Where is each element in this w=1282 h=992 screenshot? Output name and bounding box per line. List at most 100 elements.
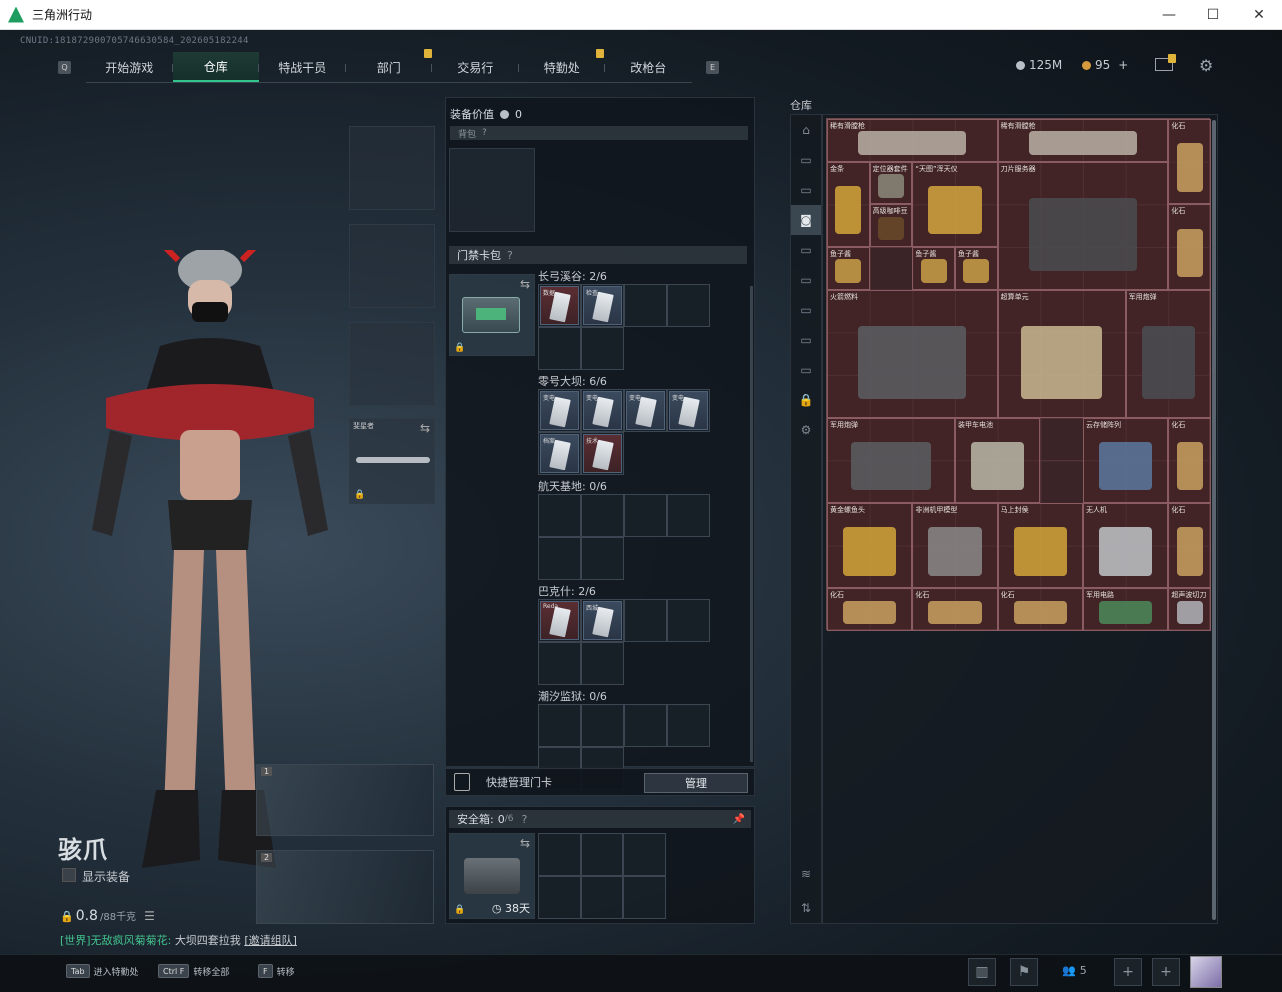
- warehouse-item[interactable]: 超声波切刀: [1168, 588, 1212, 632]
- warehouse-item[interactable]: 化石: [1168, 119, 1212, 205]
- lock-icon[interactable]: 🔒: [791, 385, 821, 415]
- keycard-cell[interactable]: 技术: [581, 432, 624, 475]
- warehouse-tab-icon[interactable]: ▭: [791, 325, 821, 355]
- flag-icon[interactable]: ⚑: [1010, 958, 1038, 986]
- invite-link[interactable]: [邀请组队]: [244, 934, 297, 947]
- keycard-item[interactable]: 变电: [583, 391, 622, 430]
- warehouse-item[interactable]: 军用炮弹: [827, 417, 955, 504]
- keycard-cell[interactable]: 检查: [581, 284, 624, 327]
- warehouse-item[interactable]: 超算单元: [997, 289, 1126, 418]
- stats-icon[interactable]: ▥: [968, 958, 996, 986]
- keycard-cell[interactable]: 西城: [581, 599, 624, 642]
- pistol-slot[interactable]: [349, 322, 435, 406]
- keycard-item[interactable]: 检查: [583, 286, 622, 325]
- tab-1[interactable]: 仓库: [172, 52, 259, 82]
- keycard-item[interactable]: 变电: [540, 391, 579, 430]
- coin-display[interactable]: 95 +: [1082, 58, 1128, 72]
- minimize-button[interactable]: —: [1146, 0, 1192, 30]
- warehouse-item[interactable]: 黄金螺鱼头: [827, 503, 913, 589]
- keycard-cell[interactable]: [667, 284, 710, 327]
- middle-scrollbar[interactable]: [750, 286, 753, 762]
- keycard-item[interactable]: 西城: [583, 601, 622, 640]
- key-hint[interactable]: F 转移: [258, 964, 295, 978]
- keycard-cell[interactable]: [667, 704, 710, 747]
- keycard-cell[interactable]: [538, 704, 581, 747]
- sort-icon[interactable]: ⇅: [791, 893, 821, 923]
- keycard-item[interactable]: 变电: [669, 391, 708, 430]
- keycard-cell[interactable]: 数据: [538, 284, 581, 327]
- warehouse-item[interactable]: 定位器套件: [869, 161, 913, 205]
- invite-slot-button[interactable]: +: [1114, 958, 1142, 986]
- keycard-cell[interactable]: [667, 599, 710, 642]
- warehouse-scrollbar[interactable]: [1212, 120, 1216, 920]
- warehouse-home-icon[interactable]: ⌂: [791, 115, 821, 145]
- warehouse-tab-icon[interactable]: ▭: [791, 235, 821, 265]
- keycard-cell[interactable]: Reda: [538, 599, 581, 642]
- keycard-cell[interactable]: [667, 494, 710, 537]
- warehouse-item[interactable]: 金条: [827, 161, 870, 247]
- warehouse-tab-icon[interactable]: ▭: [791, 265, 821, 295]
- keycard-item[interactable]: 技术: [583, 434, 622, 473]
- tab-0[interactable]: 开始游戏: [86, 52, 173, 82]
- keycard-cell[interactable]: 变电: [624, 389, 667, 432]
- warehouse-item[interactable]: 军用电路: [1083, 588, 1169, 632]
- warehouse-item[interactable]: 鱼子酱: [955, 247, 998, 290]
- warehouse-item[interactable]: 化石: [1168, 417, 1212, 504]
- warehouse-tab-icon[interactable]: ▭: [791, 295, 821, 325]
- keycard-cell[interactable]: [538, 642, 581, 685]
- keycard-cell[interactable]: [581, 537, 624, 580]
- safebox-cell[interactable]: [538, 833, 581, 876]
- warehouse-item[interactable]: 火箭燃料: [827, 289, 998, 418]
- warehouse-item[interactable]: 化石: [1168, 204, 1212, 290]
- keycard-cell[interactable]: [538, 537, 581, 580]
- warehouse-tab-icon[interactable]: ▭: [791, 175, 821, 205]
- warehouse-item[interactable]: 鱼子酱: [912, 247, 955, 290]
- close-button[interactable]: ✕: [1236, 0, 1282, 30]
- list-icon[interactable]: ☰: [144, 909, 155, 923]
- secondary-weapon-slot[interactable]: 2: [256, 850, 434, 924]
- safebox-cell[interactable]: [623, 833, 666, 876]
- swap-icon[interactable]: ⇆: [420, 421, 430, 435]
- key-hint[interactable]: Ctrl F 转移全部: [158, 964, 229, 978]
- warehouse-item[interactable]: “天图”浑天仪: [912, 161, 998, 247]
- layers-icon[interactable]: ≋: [791, 859, 821, 889]
- safebox-cell[interactable]: [580, 833, 624, 876]
- keycard-item[interactable]: 数据: [540, 286, 579, 325]
- keycard-cell[interactable]: [624, 599, 667, 642]
- keycard-cell[interactable]: 变电: [667, 389, 710, 432]
- add-coins-button[interactable]: +: [1118, 58, 1128, 72]
- helmet-slot[interactable]: [349, 126, 435, 210]
- warehouse-item[interactable]: 化石: [997, 588, 1083, 632]
- swap-icon[interactable]: ⇆: [520, 277, 530, 291]
- keycard-cell[interactable]: 档案: [538, 432, 581, 475]
- warehouse-tab-icon[interactable]: ▭: [791, 355, 821, 385]
- nav-next-key[interactable]: E: [706, 61, 719, 74]
- backpack-slot[interactable]: [449, 148, 535, 232]
- warehouse-item[interactable]: 稀有滑膛枪: [997, 119, 1169, 162]
- melee-slot[interactable]: 斐星者 ⇆ 🔒: [349, 418, 435, 504]
- invite-slot-button[interactable]: +: [1152, 958, 1180, 986]
- warehouse-item[interactable]: 化石: [1168, 503, 1212, 589]
- safebox-cell[interactable]: [623, 876, 666, 919]
- pin-icon[interactable]: 📌: [733, 814, 745, 825]
- maximize-button[interactable]: ☐: [1190, 0, 1236, 30]
- tab-2[interactable]: 特战干员: [259, 52, 346, 82]
- keycard-cell[interactable]: 变电: [538, 389, 581, 432]
- keycard-cell[interactable]: [538, 327, 581, 370]
- warehouse-item[interactable]: 军用炮弹: [1125, 289, 1212, 418]
- warehouse-item[interactable]: 化石: [912, 588, 998, 632]
- swap-icon[interactable]: ⇆: [520, 836, 530, 850]
- keycard-cell[interactable]: [538, 494, 581, 537]
- manage-button[interactable]: 管理: [644, 773, 748, 793]
- show-equipment-checkbox[interactable]: [62, 868, 76, 882]
- keycard-cell[interactable]: [581, 327, 624, 370]
- warehouse-item[interactable]: 高级咖啡豆: [869, 204, 913, 247]
- warehouse-item[interactable]: 刀片服务器: [997, 161, 1169, 290]
- keycard-item[interactable]: 档案: [540, 434, 579, 473]
- keycard-cell[interactable]: [581, 642, 624, 685]
- keycard-item[interactable]: 变电: [626, 391, 665, 430]
- warehouse-item[interactable]: 无人机: [1083, 503, 1169, 589]
- keycard-cell[interactable]: [624, 494, 667, 537]
- safebox-cell[interactable]: [580, 876, 624, 919]
- tab-5[interactable]: 特勤处: [519, 52, 605, 82]
